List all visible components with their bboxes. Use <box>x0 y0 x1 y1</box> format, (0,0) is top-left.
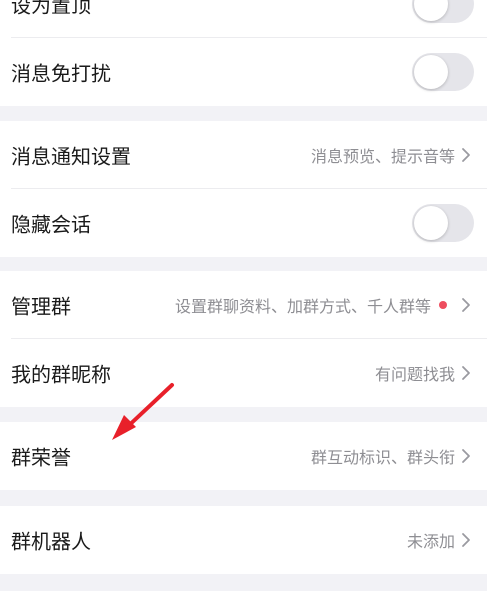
do-not-disturb-label: 消息免打扰 <box>11 61 111 86</box>
hide-conversation-label: 隐藏会话 <box>11 212 91 237</box>
my-group-nickname-label: 我的群昵称 <box>11 362 111 387</box>
chevron-right-icon <box>462 449 470 463</box>
row-notification-settings[interactable]: 消息通知设置 消息预览、提示音等 <box>0 121 487 189</box>
notification-settings-label: 消息通知设置 <box>11 144 131 169</box>
my-group-nickname-value: 有问题找我 <box>374 365 455 384</box>
chevron-right-icon <box>462 298 470 312</box>
row-pin-chat[interactable]: 设为置顶 <box>0 0 487 38</box>
notification-settings-value: 消息预览、提示音等 <box>310 147 455 166</box>
chevron-right-icon <box>462 366 470 380</box>
row-group-honor[interactable]: 群荣誉 群互动标识、群头衔 <box>0 422 487 490</box>
chevron-right-icon <box>462 148 470 162</box>
row-manage-group[interactable]: 管理群 设置群聊资料、加群方式、千人群等 <box>0 271 487 339</box>
row-group-robot[interactable]: 群机器人 未添加 <box>0 506 487 574</box>
group-honor: 群荣誉 群互动标识、群头衔 <box>0 422 487 490</box>
pin-chat-toggle-knob <box>414 0 448 21</box>
pin-chat-toggle[interactable] <box>412 0 474 23</box>
red-dot-badge <box>439 301 447 309</box>
group-honor-value: 群互动标识、群头衔 <box>310 448 455 467</box>
group-notification-settings: 消息通知设置 消息预览、提示音等 隐藏会话 <box>0 121 487 257</box>
group-honor-label: 群荣誉 <box>11 445 71 470</box>
manage-group-value: 设置群聊资料、加群方式、千人群等 <box>174 297 431 316</box>
group-manage: 管理群 设置群聊资料、加群方式、千人群等 我的群昵称 有问题找我 <box>0 271 487 407</box>
group-robot-value: 未添加 <box>406 532 455 551</box>
do-not-disturb-toggle[interactable] <box>412 53 474 91</box>
hide-conversation-toggle[interactable] <box>412 204 474 242</box>
group-robot: 群机器人 未添加 <box>0 506 487 574</box>
red-arrow-icon <box>112 383 174 440</box>
pin-chat-label: 设为置顶 <box>11 0 91 18</box>
row-do-not-disturb[interactable]: 消息免打扰 <box>0 38 487 106</box>
group-top-settings: 设为置顶 消息免打扰 <box>0 0 487 106</box>
do-not-disturb-toggle-knob <box>414 55 448 89</box>
row-my-group-nickname[interactable]: 我的群昵称 有问题找我 <box>0 339 487 407</box>
group-robot-label: 群机器人 <box>11 529 91 554</box>
manage-group-label: 管理群 <box>11 294 71 319</box>
chevron-right-icon <box>462 533 470 547</box>
row-hide-conversation[interactable]: 隐藏会话 <box>0 189 487 257</box>
hide-conversation-toggle-knob <box>414 206 448 240</box>
